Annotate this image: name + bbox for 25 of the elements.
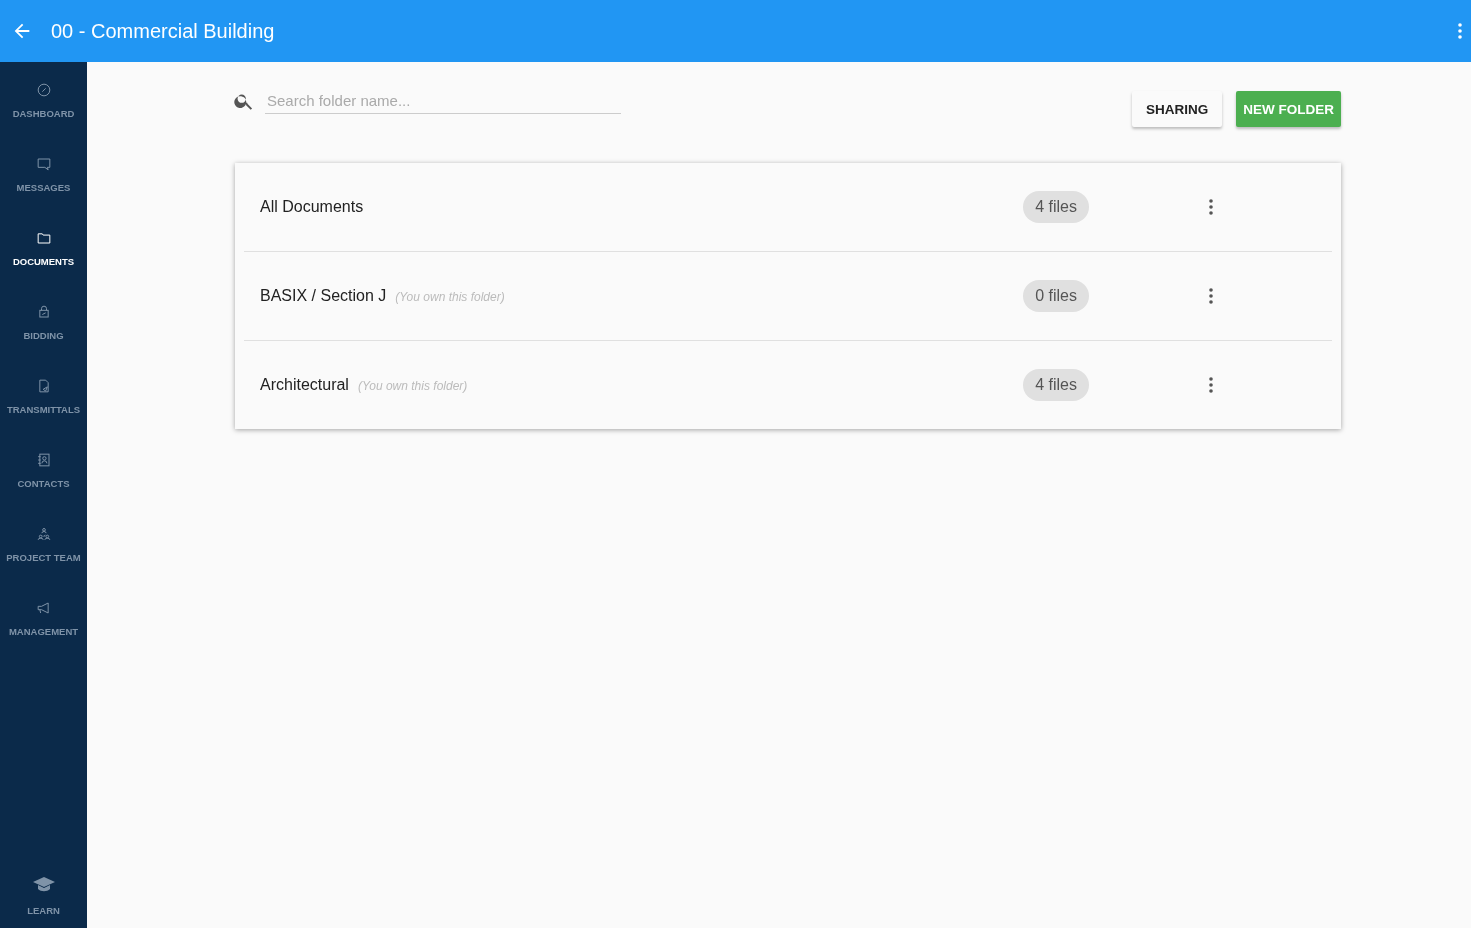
sharing-button[interactable]: SHARING (1132, 91, 1223, 127)
more-options-icon[interactable] (1208, 288, 1213, 304)
new-folder-button[interactable]: NEW FOLDER (1236, 91, 1341, 127)
sidebar-item[interactable]: MESSAGES (0, 136, 87, 210)
sidebar-item[interactable]: BIDDING (0, 284, 87, 358)
folder-name[interactable]: Architectural (260, 376, 349, 394)
sidebar-item[interactable]: PROJECT TEAM (0, 506, 87, 580)
sidebar-item[interactable]: DOCUMENTS (0, 210, 87, 284)
more-options-icon[interactable] (1458, 23, 1462, 39)
folder-name[interactable]: All Documents (260, 198, 364, 216)
more-options-icon[interactable] (1208, 377, 1213, 393)
sidebar-item[interactable]: CONTACTS (0, 432, 87, 506)
file-count-chip: 4 files (1023, 369, 1089, 401)
folder-name[interactable]: BASIX / Section J (260, 287, 387, 305)
file-count-chip: 0 files (1023, 280, 1089, 312)
search-field[interactable]: Search folder name... (265, 88, 621, 114)
sidebar-item[interactable]: DASHBOARD (0, 62, 87, 136)
sidebar-item[interactable]: TRANSMITTALS (0, 358, 87, 432)
ownership-note: (You own this folder) (395, 290, 505, 304)
page-title: 00 - Commercial Building (51, 19, 276, 43)
more-options-icon[interactable] (1208, 199, 1213, 215)
ownership-note: (You own this folder) (357, 379, 468, 393)
sidebar-item[interactable]: LEARN (0, 860, 87, 928)
sidebar-item[interactable]: MANAGEMENT (0, 580, 87, 654)
file-count-chip: 4 files (1023, 191, 1089, 223)
